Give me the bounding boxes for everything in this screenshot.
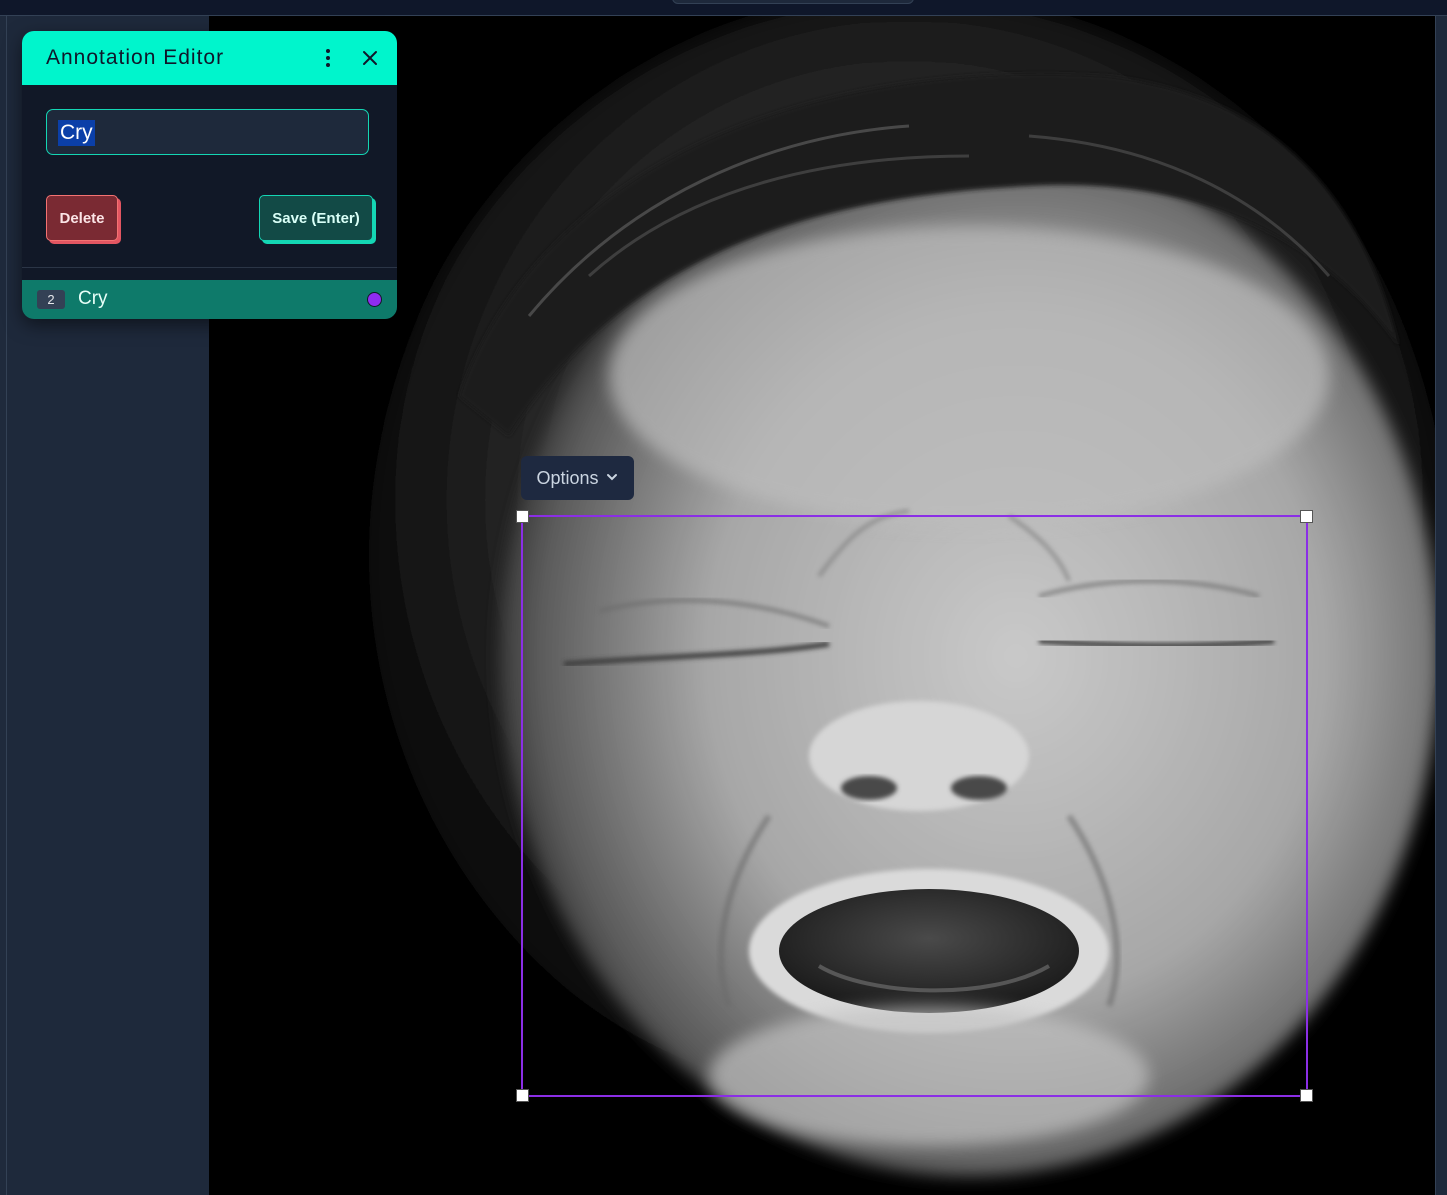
resize-handle-bottom-left[interactable]: [516, 1089, 529, 1102]
label-input-value: Cry: [58, 120, 95, 146]
annotation-editor-panel: Annotation Editor Cry Delete Save (Enter…: [22, 31, 397, 319]
chevron-down-icon: [605, 468, 619, 489]
save-button[interactable]: Save (Enter): [259, 195, 373, 241]
options-dropdown-button[interactable]: Options: [521, 456, 634, 500]
more-vertical-icon[interactable]: [316, 46, 340, 70]
annotation-bounding-box[interactable]: [516, 510, 1313, 1102]
top-bar-pill[interactable]: [672, 0, 914, 4]
resize-handle-bottom-right[interactable]: [1300, 1089, 1313, 1102]
editor-header: Annotation Editor: [22, 31, 397, 85]
resize-handle-top-left[interactable]: [516, 510, 529, 523]
editor-body: Cry Delete Save (Enter): [22, 85, 397, 268]
editor-title: Annotation Editor: [46, 46, 225, 69]
options-label: Options: [536, 467, 599, 488]
left-rail: [0, 16, 7, 1195]
close-icon[interactable]: [358, 46, 382, 70]
delete-button[interactable]: Delete: [46, 195, 118, 241]
annotation-color-dot: [367, 292, 382, 307]
label-input[interactable]: Cry: [46, 109, 369, 155]
resize-handle-top-right[interactable]: [1300, 510, 1313, 523]
annotation-index-badge: 2: [37, 290, 65, 309]
annotation-list-label: Cry: [78, 288, 108, 309]
annotation-list-item[interactable]: 2 Cry: [22, 280, 397, 319]
right-scrollbar[interactable]: [1435, 16, 1447, 1195]
top-bar: [0, 0, 1447, 16]
